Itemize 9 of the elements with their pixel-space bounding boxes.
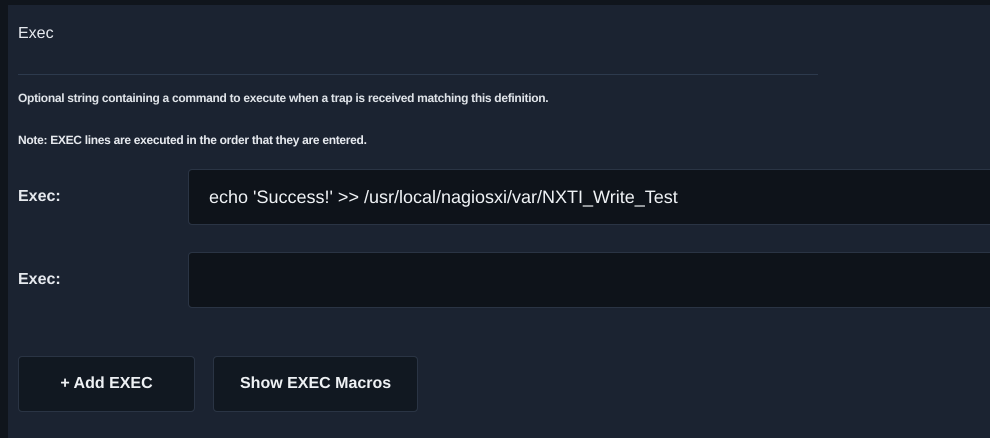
input-field[interactable] bbox=[188, 252, 990, 308]
note-text: Note: EXEC lines are executed in the order that they are entered. bbox=[18, 133, 368, 147]
action-button[interactable]: Show EXEC Macros bbox=[213, 356, 418, 412]
action-button[interactable]: + Add EXEC bbox=[18, 356, 195, 412]
description-text: Optional string containing a command to execute when a trap is received matching this definition. bbox=[18, 91, 550, 105]
input-field[interactable]: echo 'Success!' >> /usr/local/nagiosxi/var/NXTI_Write_Test bbox=[188, 169, 990, 225]
field-label: Exec: bbox=[18, 271, 62, 289]
section-title: Exec bbox=[18, 25, 55, 44]
field-label: Exec: bbox=[18, 188, 62, 206]
